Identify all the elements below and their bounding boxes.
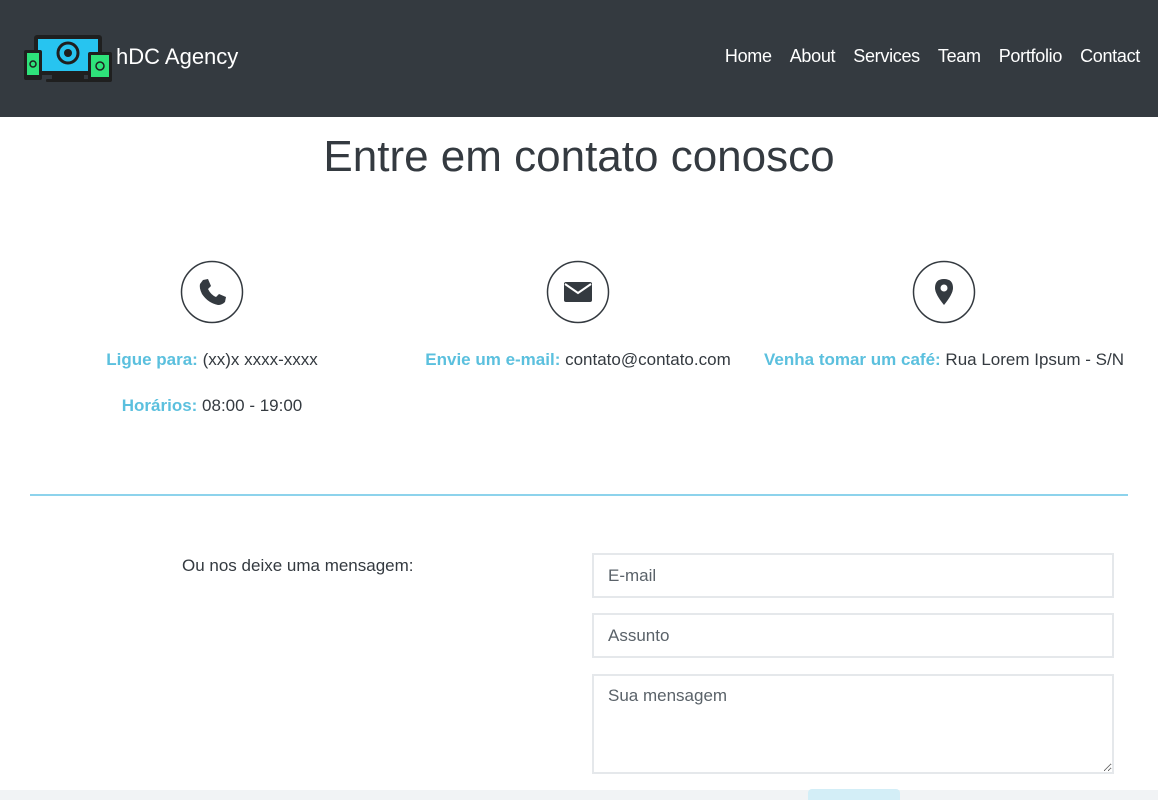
map-marker-icon xyxy=(912,260,976,324)
email-value[interactable]: contato@contato.com xyxy=(560,350,731,369)
message-textarea[interactable] xyxy=(592,674,1114,774)
email-line: Envie um e-mail: contato@contato.com xyxy=(396,346,760,374)
address-label: Venha tomar um café: xyxy=(764,350,941,369)
nav-link-services[interactable]: Services xyxy=(853,46,920,67)
phone-icon xyxy=(180,260,244,324)
nav-link-contact[interactable]: Contact xyxy=(1080,46,1140,67)
contact-phone-column: Ligue para: (xx)x xxxx-xxxx Horários: 08… xyxy=(30,260,394,420)
brand-name: hDC Agency xyxy=(116,44,239,69)
submit-button[interactable] xyxy=(808,789,900,800)
subject-input[interactable] xyxy=(592,613,1114,658)
nav-link-about[interactable]: About xyxy=(790,46,836,67)
nav-link-portfolio[interactable]: Portfolio xyxy=(999,46,1063,67)
contact-address-column: Venha tomar um café: Rua Lorem Ipsum - S… xyxy=(762,260,1126,374)
address-value: Rua Lorem Ipsum - S/N xyxy=(940,350,1124,369)
hours-value: 08:00 - 19:00 xyxy=(197,396,303,415)
form-prompt: Ou nos deixe uma mensagem: xyxy=(182,556,414,575)
nav-link-home[interactable]: Home xyxy=(725,46,772,67)
navbar: hDC Agency Home About Services Team Port… xyxy=(0,0,1158,117)
hours-line: Horários: 08:00 - 19:00 xyxy=(30,392,394,420)
address-line: Venha tomar um café: Rua Lorem Ipsum - S… xyxy=(762,346,1126,374)
phone-label: Ligue para: xyxy=(106,350,198,369)
contact-email-column: Envie um e-mail: contato@contato.com xyxy=(396,260,760,374)
nav-links: Home About Services Team Portfolio Conta… xyxy=(707,46,1140,67)
section-divider xyxy=(30,494,1128,496)
brand[interactable]: hDC Agency xyxy=(24,32,238,84)
hours-label: Horários: xyxy=(121,396,198,415)
nav-link-team[interactable]: Team xyxy=(938,46,981,67)
devices-logo-icon xyxy=(24,35,112,82)
phone-line: Ligue para: (xx)x xxxx-xxxx xyxy=(30,346,394,374)
email-input[interactable] xyxy=(592,553,1114,598)
email-label: Envie um e-mail: xyxy=(425,350,561,369)
page-bottom-strip xyxy=(0,790,1158,800)
envelope-icon xyxy=(546,260,610,324)
phone-value: (xx)x xxxx-xxxx xyxy=(197,350,318,369)
page-title: Entre em contato conosco xyxy=(323,132,835,181)
